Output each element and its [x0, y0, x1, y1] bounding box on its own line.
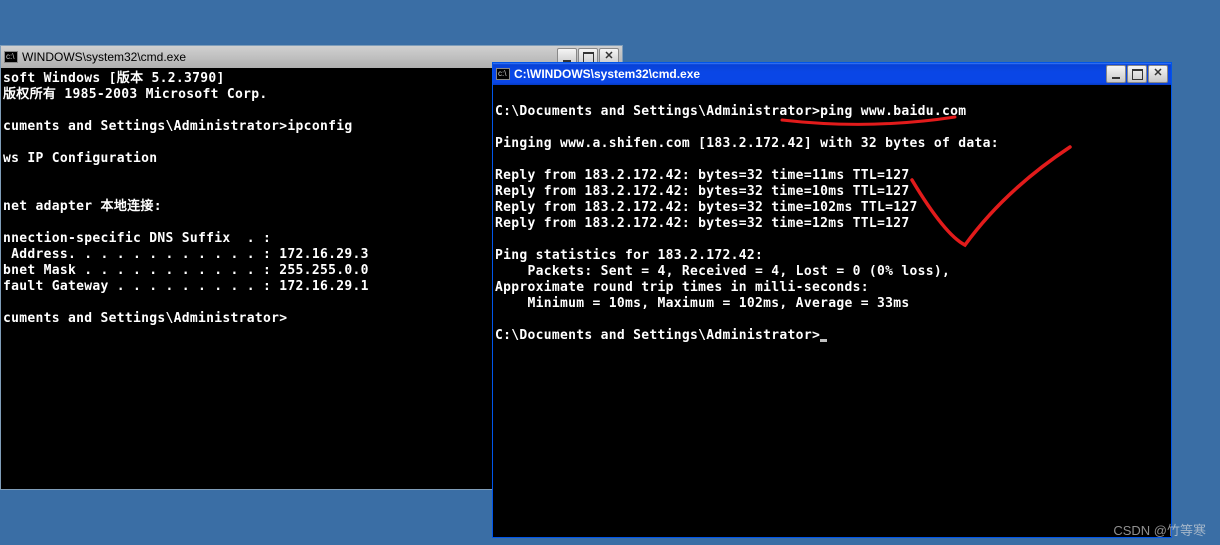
cmd-window-ping[interactable]: c:\ C:\WINDOWS\system32\cmd.exe C:\Docum… [492, 62, 1172, 538]
watermark: CSDN @竹等寒 [1113, 520, 1206, 539]
window-title: WINDOWS\system32\cmd.exe [22, 50, 557, 64]
cmd-icon: c:\ [4, 51, 18, 63]
minimize-button[interactable] [1106, 65, 1126, 83]
window-buttons [1106, 65, 1168, 83]
cmd-icon: c:\ [496, 68, 510, 80]
console-output: C:\Documents and Settings\Administrator>… [493, 85, 1171, 344]
window-title: C:\WINDOWS\system32\cmd.exe [514, 67, 1106, 81]
maximize-button[interactable] [1127, 65, 1147, 83]
titlebar[interactable]: c:\ C:\WINDOWS\system32\cmd.exe [493, 63, 1171, 85]
close-button[interactable] [1148, 65, 1168, 83]
